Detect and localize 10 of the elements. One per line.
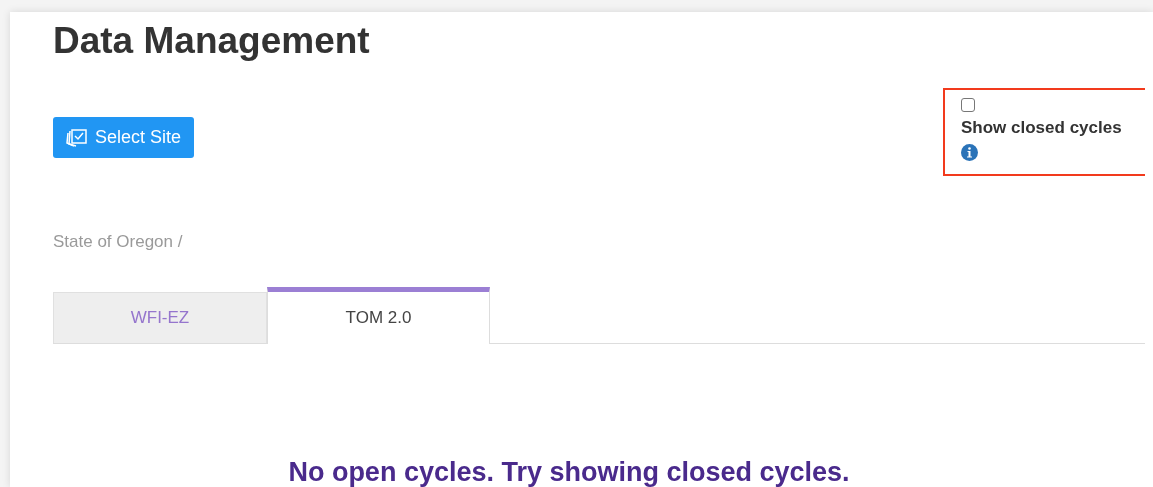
show-closed-cycles-checkbox[interactable]: [961, 98, 975, 112]
page-title: Data Management: [53, 22, 370, 59]
empty-state-message: No open cycles. Try showing closed cycles.: [287, 455, 851, 487]
tab[interactable]: TOM 2.0: [267, 286, 490, 344]
tab[interactable]: WFI-EZ: [53, 291, 267, 343]
show-closed-cycles-label: Show closed cycles: [961, 117, 1123, 139]
info-icon: [961, 143, 978, 161]
photos-check-icon: [66, 127, 88, 148]
breadcrumb: State of Oregon /: [53, 231, 183, 253]
select-site-button[interactable]: Select Site: [53, 117, 195, 158]
